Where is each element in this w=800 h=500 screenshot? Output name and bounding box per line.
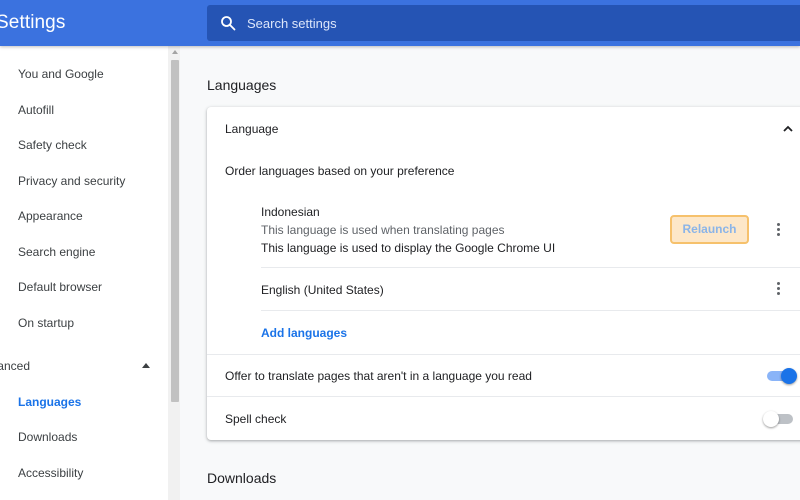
sidebar-advanced-toggle[interactable]: Advanced <box>0 350 168 382</box>
display-ui-note: This language is used to display the Goo… <box>261 241 556 255</box>
sidebar-item-downloads[interactable]: Downloads <box>18 430 77 444</box>
divider <box>207 396 800 397</box>
downloads-section-title: Downloads <box>207 470 277 486</box>
offer-translate-toggle[interactable] <box>765 368 799 384</box>
more-options-icon[interactable] <box>772 221 786 239</box>
search-icon <box>221 16 236 31</box>
sidebar-item-search-engine[interactable]: Search engine <box>18 245 95 259</box>
sidebar-item-you-and-google[interactable]: You and Google <box>18 67 104 81</box>
offer-translate-label: Offer to translate pages that aren't in … <box>225 369 532 383</box>
divider <box>207 354 800 355</box>
language-name-indonesian: Indonesian <box>261 205 320 219</box>
language-name-english: English (United States) <box>261 283 384 297</box>
languages-section-title: Languages <box>207 77 277 93</box>
sidebar-item-languages[interactable]: Languages <box>18 395 81 409</box>
language-card-header[interactable]: Language <box>207 107 800 151</box>
sidebar-item-on-startup[interactable]: On startup <box>18 316 74 330</box>
spell-check-label: Spell check <box>225 412 287 426</box>
search-input[interactable] <box>247 5 787 41</box>
sidebar-item-accessibility[interactable]: Accessibility <box>18 466 83 480</box>
divider <box>261 310 800 311</box>
more-options-icon[interactable] <box>772 280 786 298</box>
language-card: Language Order languages based on your p… <box>207 107 800 440</box>
language-card-title: Language <box>225 122 279 136</box>
sidebar-item-autofill[interactable]: Autofill <box>18 103 54 117</box>
caret-up-icon <box>142 363 150 368</box>
sidebar-item-default-browser[interactable]: Default browser <box>18 280 102 294</box>
search-box[interactable] <box>207 5 800 41</box>
relaunch-button[interactable]: Relaunch <box>670 215 749 244</box>
chevron-up-icon <box>783 125 793 132</box>
sidebar-advanced-label: Advanced <box>0 359 30 373</box>
spell-check-toggle[interactable] <box>763 411 797 427</box>
divider <box>261 267 800 268</box>
scroll-up-arrow-icon[interactable] <box>172 50 178 54</box>
sidebar-item-privacy-and-security[interactable]: Privacy and security <box>18 174 125 188</box>
header-bar: Settings <box>0 0 800 46</box>
order-languages-text: Order languages based on your preference <box>225 164 455 178</box>
sidebar-item-appearance[interactable]: Appearance <box>18 209 83 223</box>
add-languages-link[interactable]: Add languages <box>261 326 347 340</box>
page-title: Settings <box>0 12 66 33</box>
sidebar-scrollbar-thumb[interactable] <box>171 60 179 402</box>
translate-note: This language is used when translating p… <box>261 223 505 237</box>
sidebar-item-safety-check[interactable]: Safety check <box>18 138 87 152</box>
sidebar: You and Google Autofill Safety check Pri… <box>0 46 168 500</box>
